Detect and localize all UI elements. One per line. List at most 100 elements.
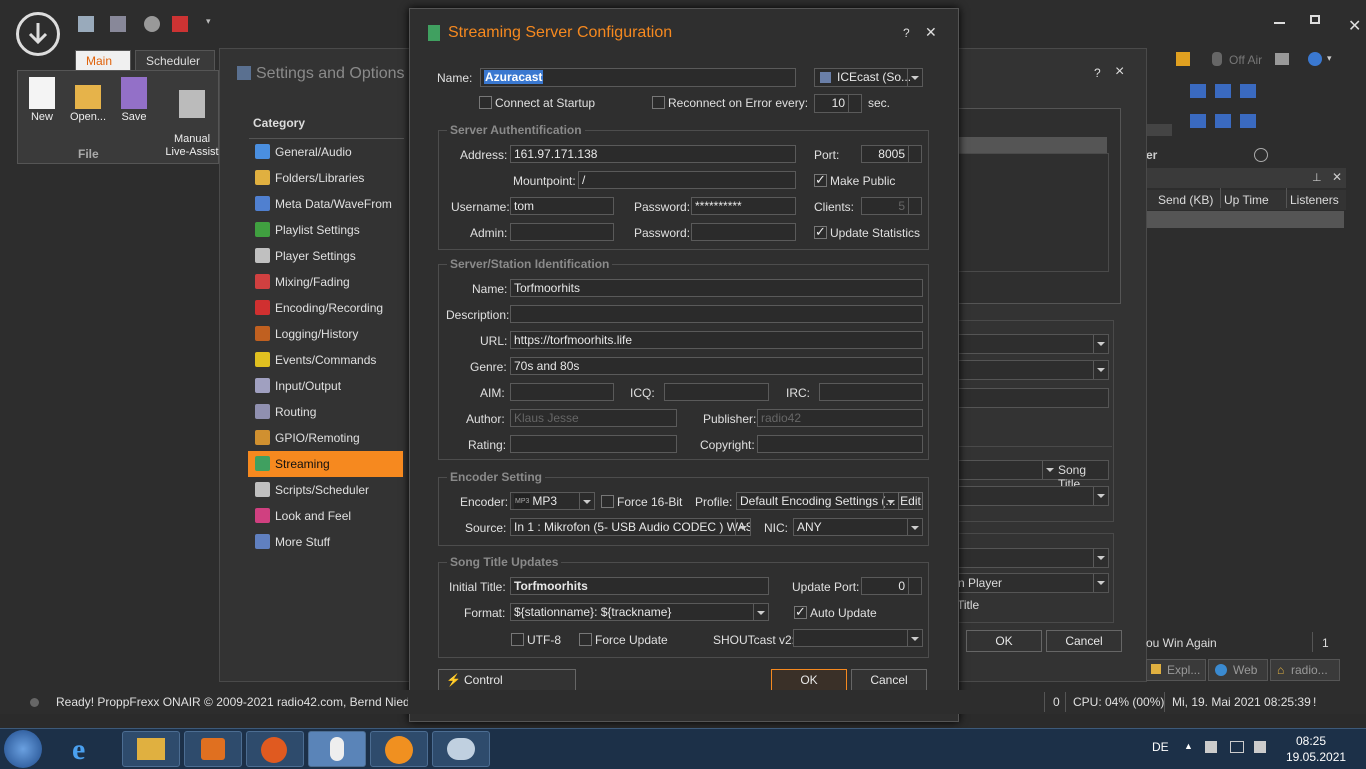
station-name-input[interactable]: Torfmoorhits xyxy=(510,279,923,297)
tab-explorer[interactable]: Expl... xyxy=(1146,659,1206,681)
edit-profile-button[interactable]: Edit xyxy=(898,492,923,510)
irc-input[interactable] xyxy=(819,383,923,401)
qat-settings-icon[interactable] xyxy=(144,16,160,32)
encoder-select[interactable]: MP3 MP3 xyxy=(510,492,595,510)
taskbar-media-player[interactable] xyxy=(184,731,242,767)
control-commands-button[interactable]: ⚡ Control Commands... xyxy=(438,669,576,707)
clock-time[interactable]: 08:25 xyxy=(1296,734,1326,748)
download-circle-icon[interactable] xyxy=(16,12,60,56)
category-item-more-stuff[interactable]: More Stuff xyxy=(248,529,403,555)
ok-button[interactable]: OK xyxy=(771,669,847,692)
server-type-select[interactable]: ICEcast (So... xyxy=(814,68,923,87)
reconnect-seconds-input[interactable]: 10 xyxy=(814,94,862,113)
aim-input[interactable] xyxy=(510,383,614,401)
taskbar-microphone-app[interactable] xyxy=(308,731,366,767)
category-item-input-output[interactable]: Input/Output xyxy=(248,373,403,399)
taskbar-paint[interactable] xyxy=(432,731,490,767)
icq-input[interactable] xyxy=(664,383,769,401)
taskbar-firefox[interactable] xyxy=(246,731,304,767)
col-listeners[interactable]: Listeners xyxy=(1290,193,1339,207)
author-input[interactable]: Klaus Jesse xyxy=(510,409,677,427)
panel-collapse-icon[interactable] xyxy=(1254,148,1268,162)
port-input[interactable]: 8005 xyxy=(861,145,922,163)
language-indicator[interactable]: DE xyxy=(1152,740,1169,754)
col-uptime[interactable]: Up Time xyxy=(1224,193,1269,207)
pin-icon[interactable]: ⊥ xyxy=(1312,171,1322,184)
help-chevron-icon[interactable]: ▾ xyxy=(1327,53,1332,64)
auto-update-checkbox[interactable] xyxy=(794,604,807,620)
app-maximize-icon[interactable] xyxy=(1310,15,1320,24)
taskbar-explorer[interactable] xyxy=(122,731,180,767)
player-rewind-icon[interactable] xyxy=(1190,114,1206,128)
category-item-encoding-recording[interactable]: Encoding/Recording xyxy=(248,295,403,321)
settings-combo-1[interactable] xyxy=(957,334,1109,354)
category-item-look-and-feel[interactable]: Look and Feel xyxy=(248,503,403,529)
settings-help-icon[interactable]: ? xyxy=(1094,66,1101,80)
category-item-scripts-scheduler[interactable]: Scripts/Scheduler xyxy=(248,477,403,503)
qat-flag-icon[interactable] xyxy=(172,16,188,32)
format-select[interactable]: ${stationname}: ${trackname} xyxy=(510,603,769,621)
settings-combo-5[interactable] xyxy=(957,548,1109,568)
open-button[interactable]: Open... xyxy=(66,77,110,123)
spinner-icon[interactable] xyxy=(908,146,921,162)
category-item-streaming[interactable]: Streaming xyxy=(248,451,403,477)
player-stop-icon[interactable] xyxy=(1240,84,1256,98)
tray-volume-icon[interactable] xyxy=(1254,741,1266,753)
qat-user-icon[interactable] xyxy=(110,16,126,32)
description-input[interactable] xyxy=(510,305,923,323)
new-button[interactable]: New xyxy=(20,77,64,123)
source-select[interactable]: In 1 : Mikrofon (5- USB Audio CODEC ) WA… xyxy=(510,518,751,536)
reconnect-checkbox[interactable] xyxy=(652,96,665,109)
tab-main[interactable]: Main xyxy=(75,50,131,72)
url-input[interactable]: https://torfmoorhits.life xyxy=(510,331,923,349)
app-minimize-icon[interactable] xyxy=(1274,22,1285,24)
category-item-general-audio[interactable]: General/Audio xyxy=(248,139,403,165)
admin-input[interactable] xyxy=(510,223,614,241)
category-item-folders-libraries[interactable]: Folders/Libraries xyxy=(248,165,403,191)
nic-select[interactable]: ANY xyxy=(793,518,923,536)
publisher-input[interactable]: radio42 xyxy=(757,409,923,427)
category-item-logging-history[interactable]: Logging/History xyxy=(248,321,403,347)
song-title-combo[interactable]: Song Title xyxy=(957,460,1109,491)
dialog-close-icon[interactable]: ✕ xyxy=(925,24,937,41)
manual-live-assist-button[interactable]: Manual Live-Assist xyxy=(164,77,220,159)
internet-explorer-icon[interactable]: e xyxy=(72,733,104,766)
help-icon[interactable] xyxy=(1308,52,1322,66)
player-play-icon[interactable] xyxy=(1190,84,1206,98)
settings-close-icon[interactable]: × xyxy=(1115,63,1124,81)
tab-radio[interactable]: ⌂ radio... xyxy=(1270,659,1340,681)
category-item-gpio-remoting[interactable]: GPIO/Remoting xyxy=(248,425,403,451)
slider-track[interactable] xyxy=(1146,124,1172,136)
mountpoint-input[interactable]: / xyxy=(578,171,796,189)
tray-chevron-icon[interactable]: ▲ xyxy=(1184,741,1193,751)
make-public-checkbox[interactable] xyxy=(814,172,827,188)
settings-ok-button[interactable]: OK xyxy=(966,630,1042,652)
force16-checkbox[interactable] xyxy=(601,495,614,508)
category-item-meta-data-wavefrom[interactable]: Meta Data/WaveFrom xyxy=(248,191,403,217)
save-button[interactable]: Save xyxy=(112,77,156,123)
car-icon[interactable] xyxy=(1275,53,1289,65)
tray-network-icon[interactable] xyxy=(1230,741,1244,753)
password-input[interactable]: ********** xyxy=(691,197,796,215)
player-combo[interactable]: n Player xyxy=(957,573,1109,593)
initial-title-input[interactable]: Torfmoorhits xyxy=(510,577,769,595)
update-port-input[interactable]: 0 xyxy=(861,577,922,595)
player-eject-icon[interactable] xyxy=(1240,114,1256,128)
settings-cancel-button[interactable]: Cancel xyxy=(1046,630,1122,652)
app-close-icon[interactable]: ✕ xyxy=(1348,16,1361,36)
taskbar-proppfrexx[interactable] xyxy=(370,731,428,767)
streaming-list-row-selected[interactable] xyxy=(957,137,1107,153)
spinner-icon[interactable] xyxy=(848,95,861,112)
tray-flag-icon[interactable] xyxy=(1205,741,1217,753)
category-item-player-settings[interactable]: Player Settings xyxy=(248,243,403,269)
cancel-button[interactable]: Cancel xyxy=(851,669,927,692)
category-item-playlist-settings[interactable]: Playlist Settings xyxy=(248,217,403,243)
username-input[interactable]: tom xyxy=(510,197,614,215)
spinner-icon[interactable] xyxy=(908,578,921,594)
name-input[interactable]: Azuracast xyxy=(480,68,796,87)
start-button-icon[interactable] xyxy=(4,730,42,768)
dialog-help-icon[interactable]: ? xyxy=(903,26,910,40)
player-pause-icon[interactable] xyxy=(1215,84,1231,98)
lock-icon[interactable] xyxy=(1176,52,1190,66)
utf8-checkbox[interactable] xyxy=(511,633,524,646)
